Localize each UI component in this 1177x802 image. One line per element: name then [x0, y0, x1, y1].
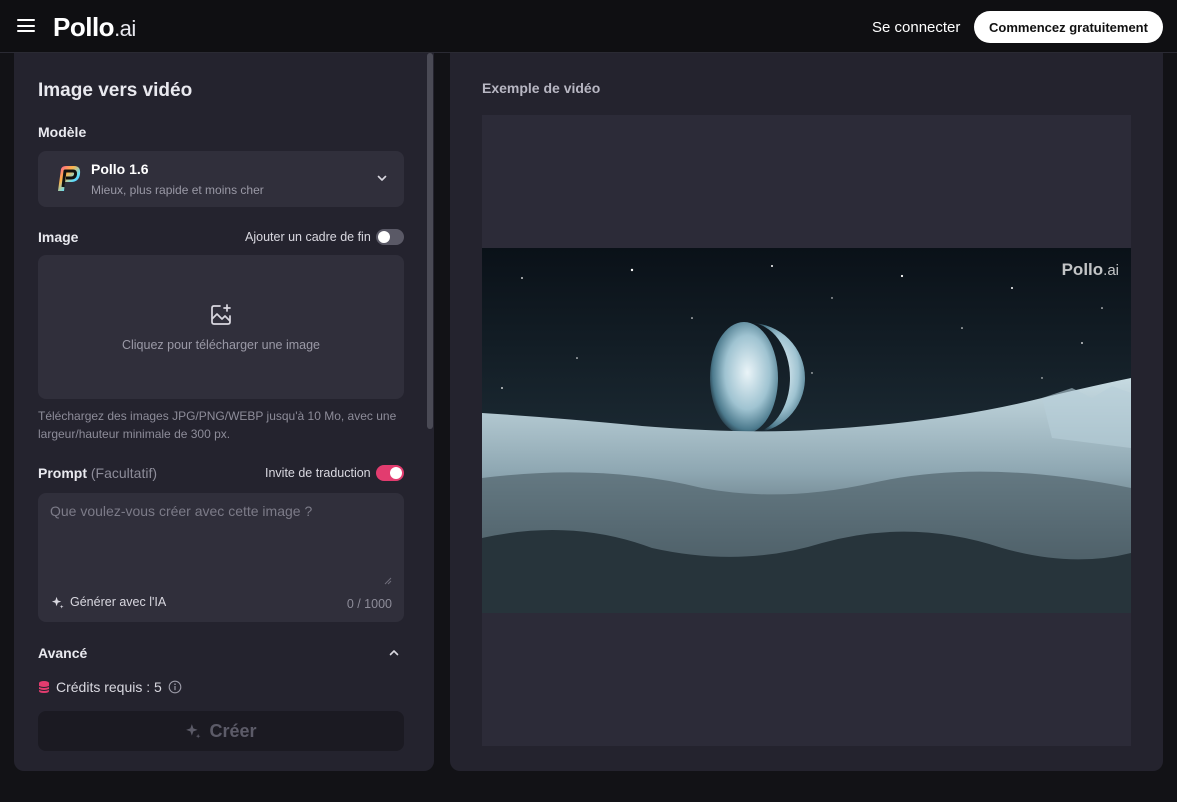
image-label: Image: [38, 229, 79, 245]
advanced-label: Avancé: [38, 645, 88, 661]
resize-grip-icon[interactable]: [384, 577, 392, 585]
sparkle-icon: [51, 596, 64, 609]
watermark-suffix: .ai: [1103, 262, 1119, 279]
sparkle-icon: [186, 724, 201, 739]
logo-suffix: .ai: [114, 16, 136, 41]
coins-icon: [38, 681, 50, 693]
chevron-up-icon[interactable]: [388, 647, 400, 659]
hamburger-menu-icon[interactable]: [17, 18, 35, 33]
form-title: Image vers vidéo: [38, 80, 193, 101]
moon-landscape-image: [482, 248, 1131, 613]
example-video-player[interactable]: Pollo.ai: [482, 115, 1131, 746]
add-image-icon: [211, 304, 231, 325]
image-upload-dropzone[interactable]: Cliquez pour télécharger une image: [38, 255, 404, 399]
end-frame-label: Ajouter un cadre de fin: [245, 230, 371, 244]
example-video-frame: Pollo.ai: [482, 248, 1131, 613]
model-label: Modèle: [38, 124, 87, 140]
generate-with-ai-label: Générer avec l'IA: [70, 595, 167, 609]
upload-text: Cliquez pour télécharger une image: [121, 338, 321, 352]
translate-toggle[interactable]: [376, 465, 404, 481]
model-description: Mieux, plus rapide et moins cher: [91, 183, 264, 197]
info-icon[interactable]: [168, 680, 182, 694]
credits-required: Crédits requis : 5: [38, 679, 182, 695]
model-name: Pollo 1.6: [91, 161, 149, 177]
pollo-model-logo-icon: [58, 166, 81, 191]
watermark-main: Pollo: [1061, 260, 1104, 279]
start-free-button[interactable]: Commencez gratuitement: [974, 11, 1163, 43]
prompt-label: Prompt (Facultatif): [38, 465, 157, 481]
generate-with-ai-button[interactable]: Générer avec l'IA: [51, 595, 166, 609]
sign-in-link[interactable]: Se connecter: [872, 19, 960, 36]
logo-main: Pollo: [53, 12, 115, 42]
model-select[interactable]: Pollo 1.6 Mieux, plus rapide et moins ch…: [38, 151, 404, 207]
upload-hint: Téléchargez des images JPG/PNG/WEBP jusq…: [38, 409, 397, 441]
prompt-label-text: Prompt: [38, 465, 87, 481]
preview-title: Exemple de vidéo: [482, 80, 601, 96]
prompt-optional-text: (Facultatif): [90, 465, 158, 481]
create-label: Créer: [209, 720, 257, 741]
logo[interactable]: Pollo.ai: [53, 12, 136, 43]
chevron-down-icon: [377, 175, 387, 181]
scrollbar[interactable]: [427, 53, 433, 429]
credits-label: Crédits requis : 5: [56, 679, 162, 695]
char-counter: 0 / 1000: [346, 597, 392, 611]
top-bar: Pollo.ai Se connecter Commencez gratuite…: [0, 0, 1177, 53]
video-watermark: Pollo.ai: [1062, 260, 1119, 280]
translate-label: Invite de traduction: [265, 466, 371, 480]
prompt-box: Générer avec l'IA 0 / 1000: [38, 493, 404, 622]
end-frame-toggle[interactable]: [376, 229, 404, 245]
create-button[interactable]: Créer: [38, 711, 404, 751]
prompt-input[interactable]: [38, 493, 404, 589]
